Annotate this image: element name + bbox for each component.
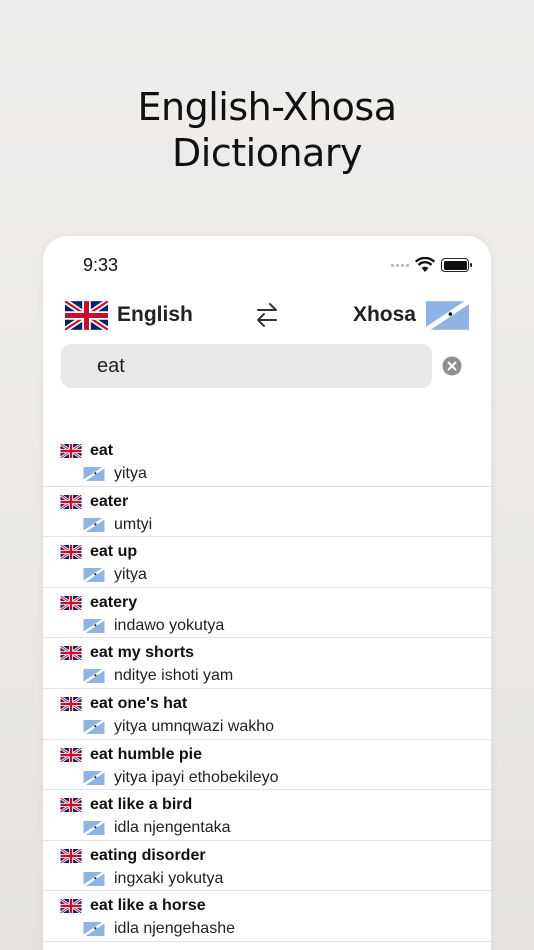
uk-flag-icon [60,696,82,711]
target-language-button[interactable]: Xhosa [353,298,469,332]
phone-screen: 9:33 English Xhosa eat eat yitya eater u… [43,236,491,950]
clear-search-button[interactable] [442,356,462,376]
result-row[interactable]: eat like a bird idla njengentaka [43,790,491,841]
english-term: eat my shorts [90,644,195,662]
term-line: eat up [60,540,137,564]
result-row[interactable]: eat my shorts nditye ishoti yam [43,638,491,689]
uk-flag-icon [60,646,82,661]
result-row[interactable]: eatery indawo yokutya [43,588,491,639]
status-icons [391,257,472,273]
status-time: 9:33 [83,255,119,275]
swap-languages-button[interactable] [253,301,281,329]
result-row[interactable]: eater umtyi [43,487,491,538]
hero-title: English-Xhosa Dictionary [0,84,534,176]
result-row[interactable]: eating disorder ingxaki yokutya [43,841,491,892]
clear-circle-icon [442,356,462,376]
wifi-icon [415,257,435,272]
english-term: eat like a horse [90,897,206,915]
uk-flag-icon [60,798,82,813]
hero-title-line2: Dictionary [172,131,362,175]
status-bar: 9:33 [43,236,491,292]
language-bar: English Xhosa [43,298,491,332]
translation-line: yitya [83,464,147,484]
result-row[interactable]: eat like a horse idla njengehashe [43,891,491,942]
translation-line: yitya ipayi ethobekileyo [83,768,279,788]
xhosa-translation: yitya umnqwazi wakho [114,717,275,735]
xhosa-flag-icon [83,770,105,785]
result-row[interactable]: eat yitya [43,436,491,487]
uk-flag-icon [60,747,82,762]
translation-line: idla njengehashe [83,919,235,939]
swap-arrows-icon [257,303,277,327]
xhosa-flag-icon [83,467,105,481]
result-row[interactable]: eat humble pie yitya ipayi ethobekileyo [43,740,491,791]
xhosa-translation: ingxaki yokutya [114,869,224,887]
term-line: eat [60,439,113,463]
english-term: eat like a bird [90,796,193,814]
xhosa-flag-icon [83,719,105,734]
translation-line: yitya [83,565,147,585]
uk-flag-icon [60,848,82,863]
signal-icon [391,263,409,267]
term-line: eat my shorts [60,641,194,665]
english-term: eat [90,442,114,459]
xhosa-translation: yitya [114,465,147,482]
xhosa-flag-icon [83,568,105,583]
uk-flag-icon [60,494,82,509]
term-line: eat like a bird [60,793,192,817]
translation-line: indawo yokutya [83,616,224,636]
term-line: eat like a horse [60,894,206,918]
xhosa-flag-icon [83,517,105,532]
translation-line: idla njengentaka [83,818,231,838]
xhosa-flag-icon [83,821,105,836]
term-line: eating disorder [60,844,206,868]
english-term: eat humble pie [90,745,203,763]
xhosa-translation: indawo yokutya [114,616,225,634]
uk-flag-icon [60,899,82,914]
uk-flag-icon [60,595,82,610]
results-list: eat yitya eater umtyi eat up yitya eater… [43,436,491,942]
term-line: eat humble pie [60,743,202,767]
hero-title-line1: English-Xhosa [137,85,397,129]
battery-icon [441,258,472,272]
translation-line: yitya umnqwazi wakho [83,717,274,737]
uk-flag-icon [60,545,82,560]
translation-line: nditye ishoti yam [83,666,233,686]
uk-flag-icon [60,444,82,458]
term-line: eater [60,490,128,514]
result-row[interactable]: eat up yitya [43,537,491,588]
translation-line: umtyi [83,515,152,535]
english-term: eater [90,492,129,510]
xhosa-flag-icon [83,871,105,886]
xhosa-translation: yitya [114,566,147,584]
english-term: eat up [90,543,138,561]
xhosa-flag-icon [83,669,105,684]
xhosa-translation: idla njengentaka [114,819,231,837]
xhosa-flag-icon [426,300,469,330]
xhosa-translation: yitya ipayi ethobekileyo [114,768,279,786]
english-term: eat one's hat [90,694,188,712]
xhosa-translation: umtyi [114,515,153,533]
term-line: eatery [60,591,137,615]
target-language-label: Xhosa [352,303,416,326]
result-row[interactable]: eat one's hat yitya umnqwazi wakho [43,689,491,740]
uk-flag-icon [65,300,108,330]
xhosa-translation: idla njengehashe [114,920,235,938]
search-input[interactable] [61,344,432,388]
translation-line: ingxaki yokutya [83,869,223,889]
english-term: eating disorder [90,846,206,864]
source-language-label: English [117,303,193,326]
english-term: eatery [90,593,138,611]
source-language-button[interactable]: English [65,298,193,332]
term-line: eat one's hat [60,692,187,716]
xhosa-flag-icon [83,618,105,633]
xhosa-flag-icon [83,922,105,937]
xhosa-translation: nditye ishoti yam [114,667,234,685]
